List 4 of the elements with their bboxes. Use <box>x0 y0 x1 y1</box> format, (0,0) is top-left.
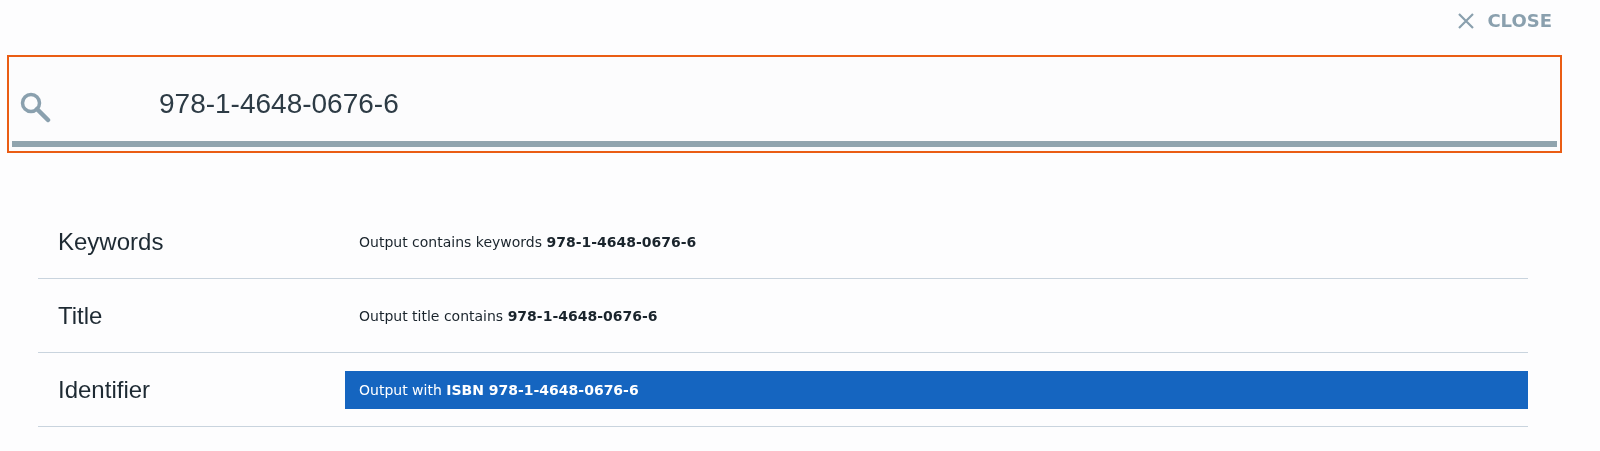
search-field[interactable]: 978-1-4648-0676-6 <box>159 88 1059 120</box>
close-icon <box>1457 11 1476 30</box>
search-icon <box>19 91 51 123</box>
suggestion-item[interactable]: Output with ISBN 978-1-4648-0676-6 <box>345 370 1528 409</box>
